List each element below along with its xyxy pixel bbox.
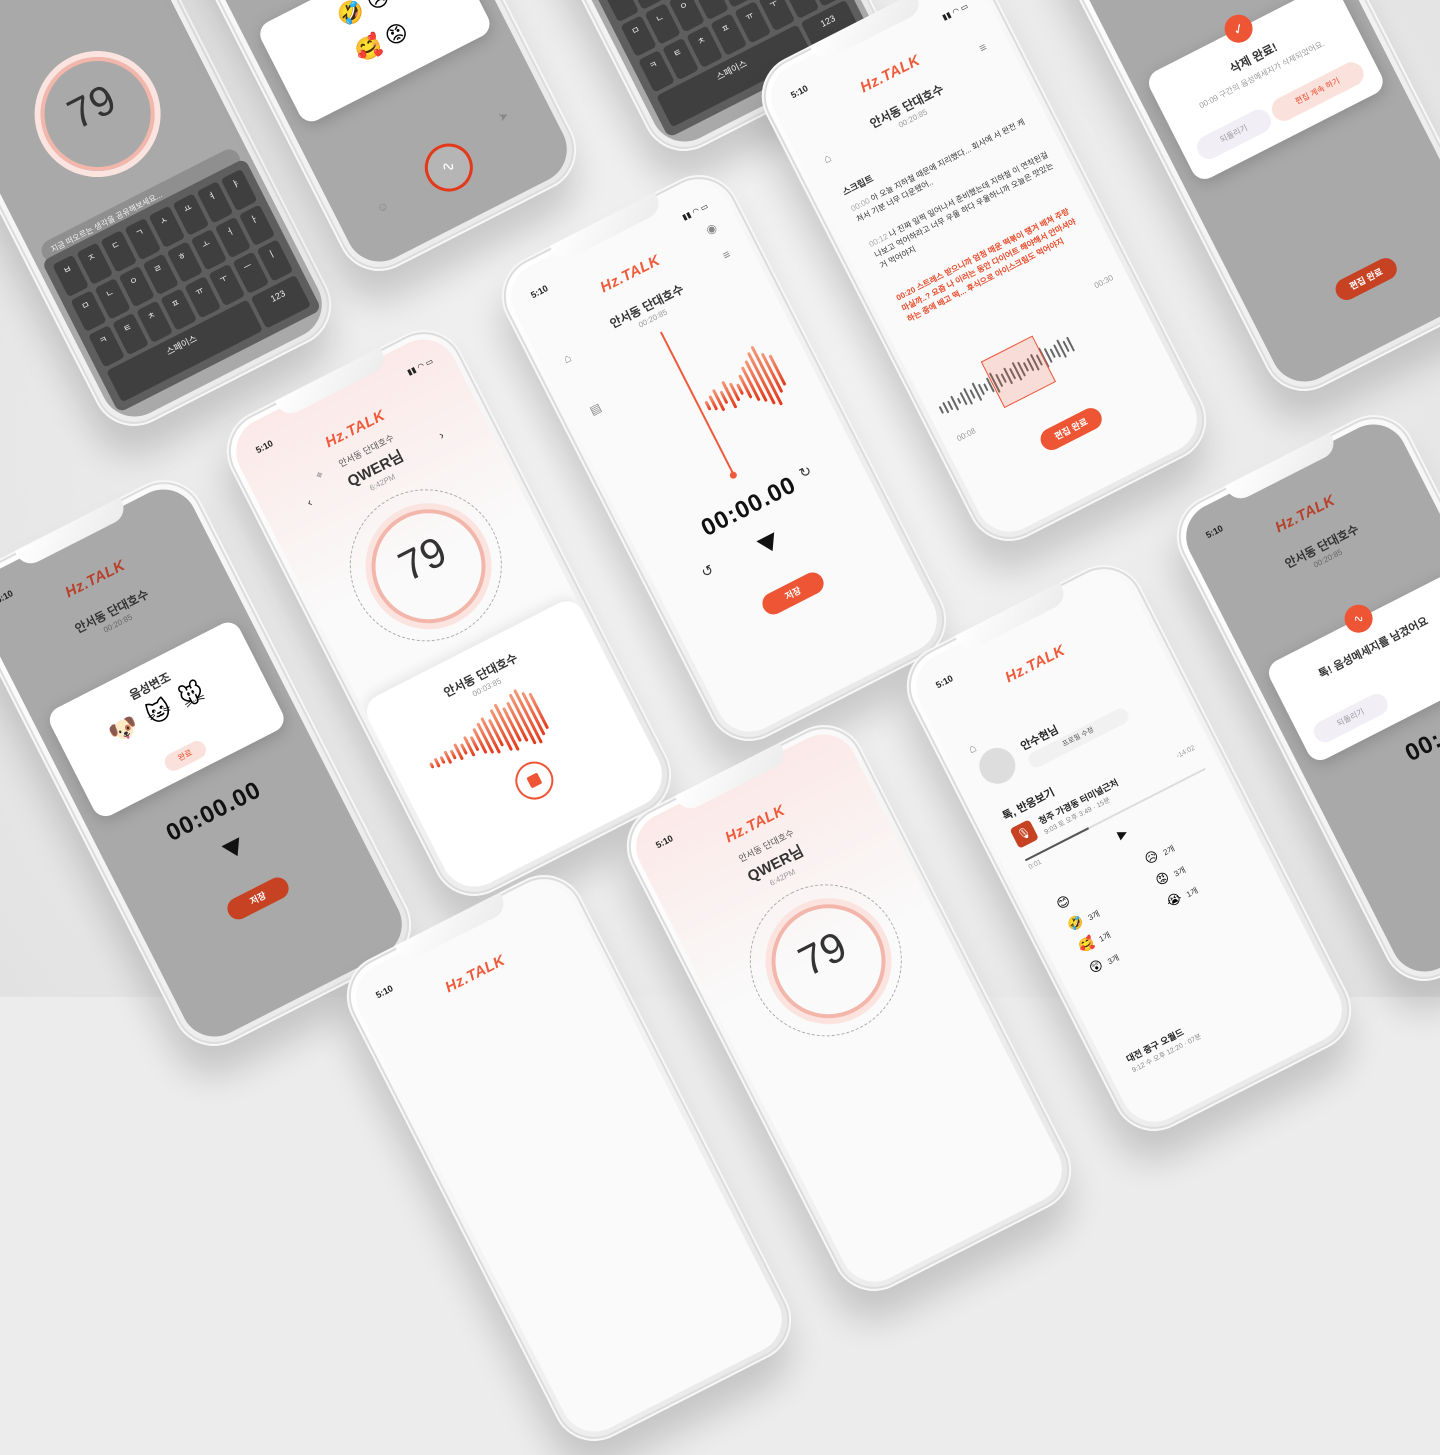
wave-bar (956, 397, 962, 404)
save-button[interactable]: 저장 (758, 568, 828, 619)
status-time: 5:10 (934, 673, 955, 691)
status-time: 5:10 (789, 83, 810, 101)
range-end: 00:30 (1092, 273, 1115, 291)
smile-icon[interactable]: ☺ (374, 198, 391, 216)
reaction-count: 3개 (1086, 909, 1102, 923)
emoji-card: 🤣 😥 🥰 😡 (255, 0, 495, 127)
avatar[interactable] (973, 741, 1022, 791)
reaction-count: 1개 (1184, 885, 1200, 900)
status-time: 5:10 (0, 588, 15, 606)
play-icon[interactable] (756, 532, 782, 556)
edit-done-button[interactable]: 편집 완료 (1331, 254, 1401, 304)
home-icon[interactable]: ⌂ (966, 740, 979, 756)
timer: 00:00.00 (696, 471, 801, 542)
voice-message-icon: ∿ (1339, 599, 1378, 638)
play-icon[interactable] (221, 837, 247, 861)
filter-icon[interactable]: ≡ (977, 40, 990, 56)
reaction-count: 1개 (1097, 930, 1113, 944)
emoji-laugh[interactable]: 🤣 (332, 0, 368, 30)
reaction-emoji: 😭 (1163, 889, 1185, 910)
stop-icon (526, 772, 543, 789)
script-icon[interactable]: ▤ (587, 400, 603, 418)
wave-bar (429, 762, 435, 769)
status-time: 5:10 (374, 983, 395, 1001)
voice-done-button[interactable]: 완료 (161, 737, 210, 774)
reaction-count: 3개 (1106, 953, 1121, 967)
emoji-love[interactable]: 🥰 (351, 31, 387, 66)
played-time: 0:01 (1027, 858, 1043, 872)
record-button[interactable]: ∿ (416, 135, 482, 200)
item-remaining: -14:02 (1175, 744, 1197, 760)
emoji-tear[interactable]: 😥 (362, 0, 394, 15)
reaction-emoji: 😡 (1152, 868, 1172, 889)
reaction-count (1074, 894, 1078, 902)
status-time: 5:10 (529, 283, 550, 301)
delete-modal: ✓ 삭제 완료! 00:09 구간의 음성메세지가 삭제되었어요. 되돌리기 편… (1144, 0, 1388, 184)
status-icons: ▮▮ ◠ ▭ (680, 201, 710, 223)
wave-bar (983, 383, 989, 392)
reaction-emoji: 🥰 (1075, 934, 1097, 955)
reaction-count: 2개 (1161, 843, 1177, 858)
stop-button[interactable] (508, 754, 560, 807)
rewind-icon[interactable]: ↺ (698, 561, 716, 581)
save-button[interactable]: 저장 (223, 873, 293, 924)
reaction-emoji: 😥 (1142, 847, 1161, 868)
reaction-emoji: 😊 (1053, 892, 1073, 913)
app-logo: Hz.TALK (1002, 641, 1069, 687)
status-time: 5:10 (254, 438, 275, 456)
status-icons: ▮▮ ◠ ▭ (405, 356, 435, 378)
status-time: 5:10 (654, 833, 675, 851)
check-icon: ✓ (1219, 9, 1258, 48)
reaction-emoji: 🤣 (1064, 912, 1086, 934)
undo-button[interactable]: 되돌리기 (1192, 105, 1276, 164)
voice-item-icon: 🎙 (1009, 819, 1040, 849)
edit-done-button[interactable]: 편집 완료 (1036, 404, 1106, 454)
showcase-background: 79 지금 떠오르는 생각을 공유해보세요... ㅂㅈㄷㄱㅅㅛㅕㅑㅁㄴㅇㄹㅎㅗㅓ… (0, 0, 1440, 1455)
send-icon[interactable]: ➤ (496, 108, 511, 125)
reaction-count: 3개 (1172, 865, 1188, 879)
undo-button[interactable]: 되돌리기 (1310, 690, 1392, 747)
status-time: 5:10 (1204, 523, 1225, 541)
reaction-emoji: 😲 (1086, 956, 1106, 977)
wave-bar (439, 755, 446, 765)
play-icon[interactable]: ▶ (1115, 825, 1130, 842)
status-icons: ▮▮ ◠ ▭ (940, 1, 970, 23)
korean-keyboard[interactable]: ㅂㅈㄷㄱㅅㅛㅕㅑㅁㄴㅇㄹㅎㅗㅓㅏㅋㅌㅊㅍㅠㅜㅡㅣ스페이스123 (41, 158, 322, 414)
reaction-grid: 😊 😥2개 🤣3개 😡3개 🥰1개 😭1개 😲3개 (1054, 812, 1263, 977)
emoji-angry[interactable]: 😡 (381, 18, 413, 51)
wave-bar (938, 405, 945, 414)
